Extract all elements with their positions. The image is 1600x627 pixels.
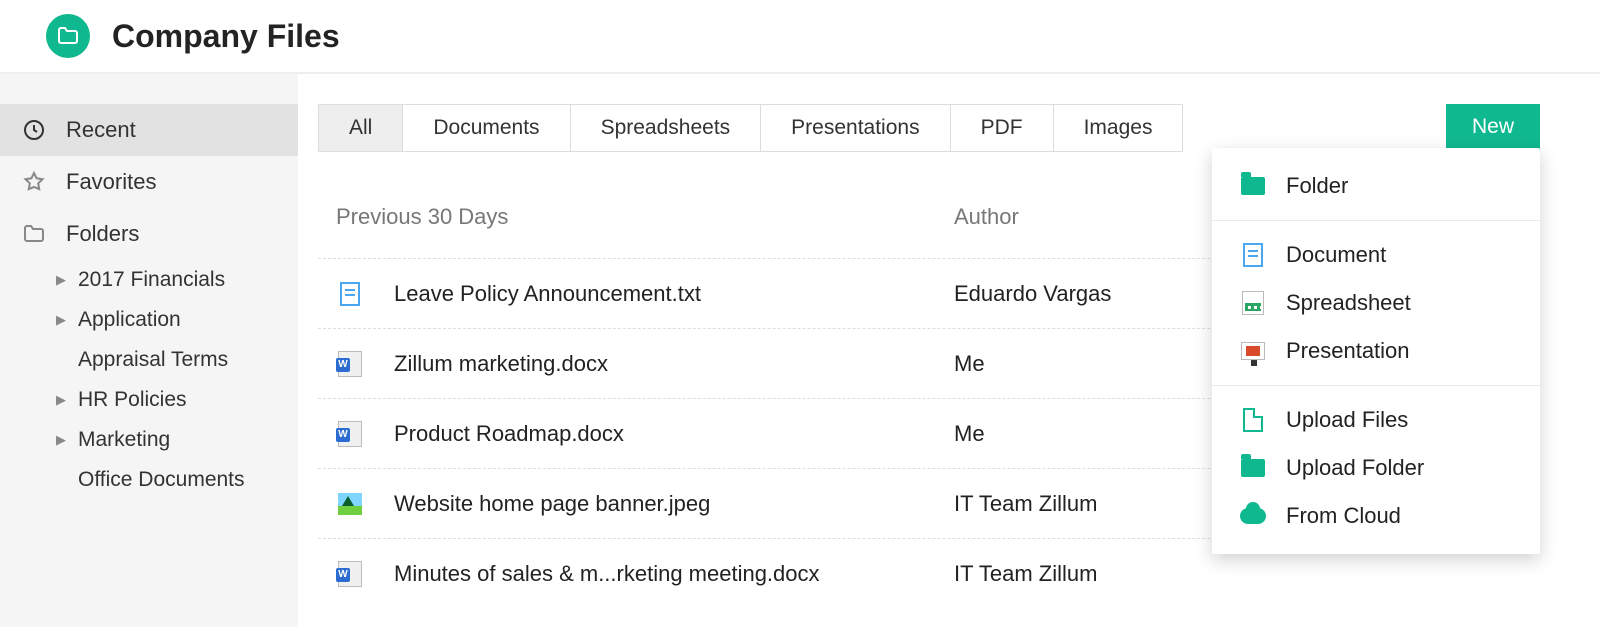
filter-tabs: All Documents Spreadsheets Presentations… (318, 104, 1183, 152)
folder-item-appraisal-terms[interactable]: ▶ Appraisal Terms (0, 340, 298, 380)
tab-pdf[interactable]: PDF (951, 105, 1054, 151)
menu-new-spreadsheet[interactable]: Spreadsheet (1212, 279, 1540, 327)
folder-item-office-documents[interactable]: ▶ Office Documents (0, 460, 298, 500)
menu-label: Upload Folder (1286, 455, 1424, 481)
menu-label: From Cloud (1286, 503, 1401, 529)
sidebar-item-folders[interactable]: Folders (0, 208, 298, 260)
menu-label: Document (1286, 242, 1386, 268)
sidebar-item-label: Folders (66, 221, 139, 247)
tab-documents[interactable]: Documents (403, 105, 570, 151)
tab-all[interactable]: All (319, 105, 403, 151)
folder-item-marketing[interactable]: ▶ Marketing (0, 420, 298, 460)
star-icon (20, 168, 48, 196)
section-heading: Previous 30 Days (318, 204, 954, 230)
menu-label: Folder (1286, 173, 1348, 199)
file-author: IT Team Zillum (954, 561, 1540, 587)
page-title: Company Files (112, 18, 340, 55)
folder-fill-icon (1240, 173, 1266, 199)
folder-label: HR Policies (78, 388, 187, 412)
sidebar-item-favorites[interactable]: Favorites (0, 156, 298, 208)
word-file-icon (336, 350, 364, 378)
file-name: Minutes of sales & m...rketing meeting.d… (394, 561, 954, 587)
folder-label: 2017 Financials (78, 268, 225, 292)
folder-label: Office Documents (78, 468, 245, 492)
chevron-right-icon: ▶ (56, 392, 72, 408)
folder-tree: ▶ 2017 Financials ▶ Application ▶ Apprai… (0, 260, 298, 500)
sidebar-item-label: Recent (66, 117, 136, 143)
tab-spreadsheets[interactable]: Spreadsheets (571, 105, 762, 151)
presentation-icon (1240, 338, 1266, 364)
folder-label: Marketing (78, 428, 170, 452)
menu-label: Presentation (1286, 338, 1410, 364)
menu-label: Upload Files (1286, 407, 1408, 433)
sidebar: Recent Favorites Folders ▶ 2017 Financia… (0, 74, 298, 627)
document-icon (1240, 242, 1266, 268)
chevron-right-icon: ▶ (56, 312, 72, 328)
clock-icon (20, 116, 48, 144)
menu-upload-folder[interactable]: Upload Folder (1212, 444, 1540, 492)
folder-fill-icon (1240, 455, 1266, 481)
new-button[interactable]: New (1446, 104, 1540, 150)
folder-item-2017-financials[interactable]: ▶ 2017 Financials (0, 260, 298, 300)
folder-label: Appraisal Terms (78, 348, 228, 372)
folder-item-application[interactable]: ▶ Application (0, 300, 298, 340)
header: Company Files (0, 0, 1600, 74)
file-name: Leave Policy Announcement.txt (394, 281, 954, 307)
chevron-right-icon: ▶ (56, 432, 72, 448)
new-dropdown-menu: Folder Document Spreadsheet Presentation… (1212, 148, 1540, 554)
menu-new-folder[interactable]: Folder (1212, 162, 1540, 210)
menu-label: Spreadsheet (1286, 290, 1411, 316)
menu-separator (1212, 220, 1540, 221)
file-name: Website home page banner.jpeg (394, 491, 954, 517)
folder-item-hr-policies[interactable]: ▶ HR Policies (0, 380, 298, 420)
menu-from-cloud[interactable]: From Cloud (1212, 492, 1540, 540)
menu-upload-files[interactable]: Upload Files (1212, 396, 1540, 444)
menu-new-document[interactable]: Document (1212, 231, 1540, 279)
menu-separator (1212, 385, 1540, 386)
filter-bar: All Documents Spreadsheets Presentations… (318, 104, 1540, 152)
sidebar-item-label: Favorites (66, 169, 156, 195)
main: All Documents Spreadsheets Presentations… (298, 74, 1600, 627)
word-file-icon (336, 560, 364, 588)
text-file-icon (336, 280, 364, 308)
folder-label: Application (78, 308, 181, 332)
menu-new-presentation[interactable]: Presentation (1212, 327, 1540, 375)
cloud-icon (1240, 503, 1266, 529)
upload-file-icon (1240, 407, 1266, 433)
file-name: Product Roadmap.docx (394, 421, 954, 447)
sidebar-item-recent[interactable]: Recent (0, 104, 298, 156)
chevron-right-icon: ▶ (56, 272, 72, 288)
spreadsheet-icon (1240, 290, 1266, 316)
tab-images[interactable]: Images (1054, 105, 1183, 151)
image-file-icon (336, 490, 364, 518)
tab-presentations[interactable]: Presentations (761, 105, 950, 151)
folder-icon (20, 220, 48, 248)
file-name: Zillum marketing.docx (394, 351, 954, 377)
app-folder-icon (46, 14, 90, 58)
word-file-icon (336, 420, 364, 448)
